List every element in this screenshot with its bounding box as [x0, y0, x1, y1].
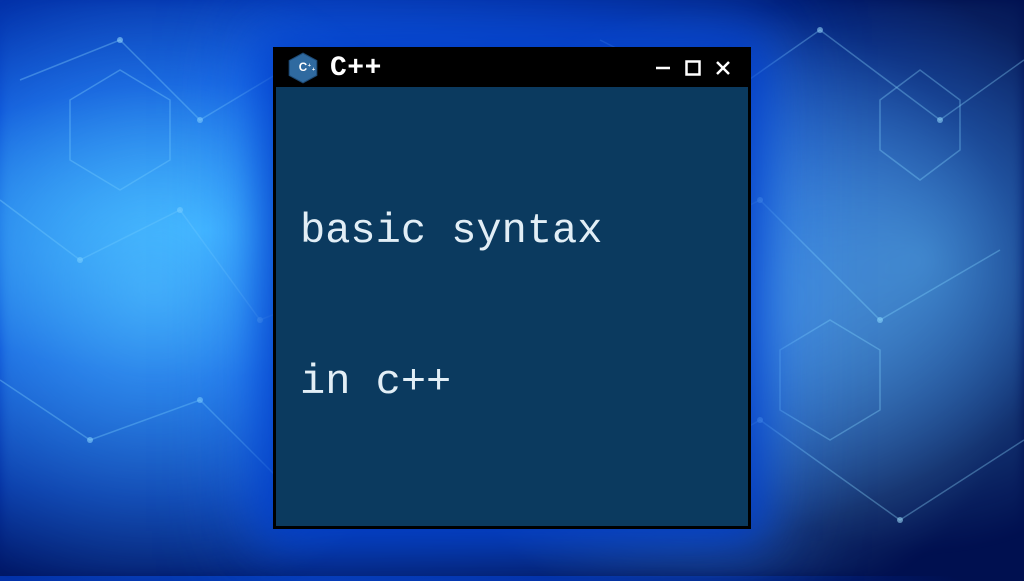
svg-text:C: C: [299, 62, 308, 75]
svg-text:+: +: [308, 63, 312, 69]
content-line-2: in c++: [300, 357, 724, 407]
maximize-button[interactable]: [678, 53, 708, 83]
window-title: C++: [330, 53, 638, 84]
svg-text:+: +: [312, 68, 316, 74]
window-titlebar[interactable]: C + + C++: [276, 50, 748, 87]
cpp-logo-icon: C + +: [286, 51, 320, 85]
minimize-button[interactable]: [648, 53, 678, 83]
window-controls: [648, 53, 738, 83]
window-body: basic syntax in c++: [276, 87, 748, 526]
content-line-1: basic syntax: [300, 206, 724, 256]
app-window: C + + C++ basic syntax in c++: [273, 47, 751, 529]
close-button[interactable]: [708, 53, 738, 83]
